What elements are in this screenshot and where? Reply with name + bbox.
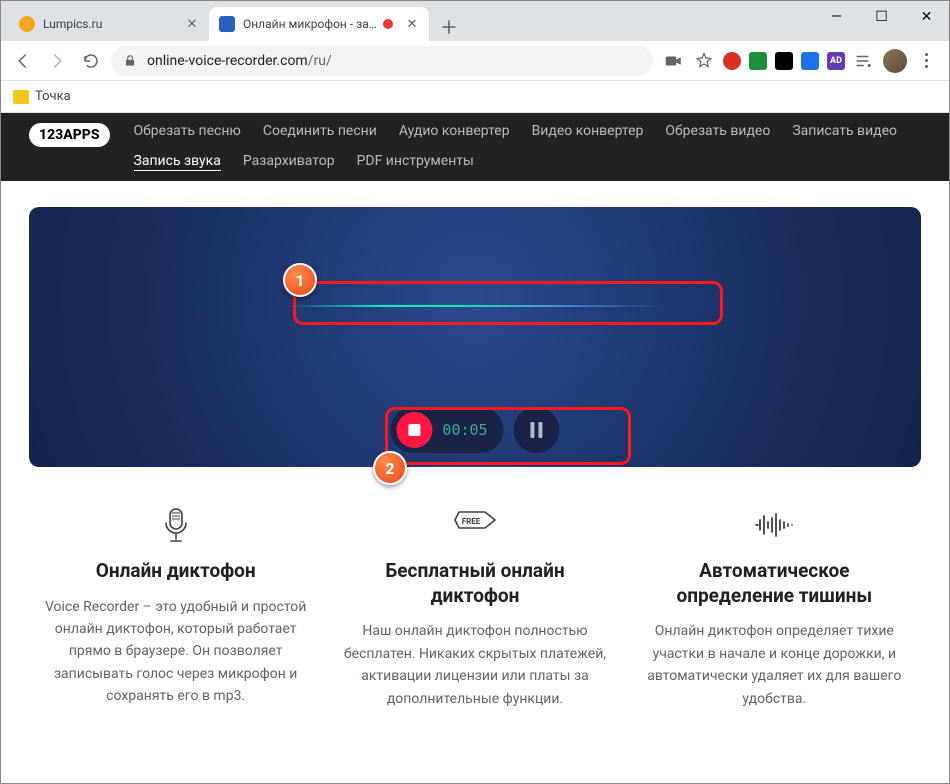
favicon: [19, 16, 35, 32]
extension-icon[interactable]: [749, 52, 767, 70]
feature-card: Автоматическое определение тишины Онлайн…: [640, 505, 909, 710]
close-window-button[interactable]: ✕: [904, 1, 949, 33]
nav-link[interactable]: Записать видео: [792, 123, 897, 139]
svg-text:FREE: FREE: [462, 517, 481, 526]
nav-link[interactable]: Аудио конвертер: [399, 123, 510, 139]
feature-body: Онлайн диктофон определяет тихие участки…: [640, 620, 909, 710]
extension-icon[interactable]: [775, 52, 793, 70]
nav-link[interactable]: Разархиватор: [243, 153, 335, 171]
recording-indicator-icon: [383, 19, 393, 29]
bookmark-item[interactable]: Точка: [13, 89, 71, 104]
page-content: 123APPS Обрезать песню Соединить песни Ауд…: [1, 113, 949, 783]
maximize-button[interactable]: ☐: [859, 1, 904, 33]
address-bar[interactable]: online-voice-recorder.com/ru/: [111, 46, 653, 76]
tab-inactive[interactable]: Lumpics.ru ✕: [9, 7, 209, 41]
tab-title: Онлайн микрофон - запись: [243, 17, 377, 31]
avatar[interactable]: [883, 49, 907, 73]
recorder-panel: 1 00:05 2: [29, 207, 921, 467]
reload-button[interactable]: [77, 47, 105, 75]
site-logo[interactable]: 123APPS: [29, 123, 110, 147]
annotation-box: [293, 281, 723, 325]
favicon: [219, 16, 235, 32]
site-navigation: 123APPS Обрезать песню Соединить песни Ауд…: [1, 113, 949, 181]
tab-title: Lumpics.ru: [43, 17, 179, 31]
menu-button[interactable]: [915, 50, 937, 72]
url-host: online-voice-recorder.com: [147, 53, 308, 69]
extension-icon[interactable]: [723, 52, 741, 70]
new-tab-button[interactable]: [435, 13, 463, 41]
bookmarks-bar: Точка: [1, 81, 949, 113]
feature-title: Онлайн диктофон: [41, 559, 310, 584]
bookmark-label: Точка: [35, 89, 71, 104]
extension-icon[interactable]: AD: [827, 52, 845, 70]
close-icon[interactable]: ✕: [405, 17, 419, 31]
feature-card: FREE Бесплатный онлайн диктофон Наш онла…: [340, 505, 609, 710]
window-controls: — ☐ ✕: [814, 1, 949, 33]
annotation-callout: 1: [283, 263, 317, 297]
feature-card: Онлайн диктофон Voice Recorder – это удо…: [41, 505, 310, 710]
features-row: Онлайн диктофон Voice Recorder – это удо…: [1, 485, 949, 730]
url-path: /ru/: [308, 53, 332, 69]
microphone-icon: [41, 505, 310, 545]
feature-body: Наш онлайн диктофон полностью бесплатен.…: [340, 620, 609, 710]
browser-titlebar: Lumpics.ru ✕ Онлайн микрофон - запись ✕ …: [1, 1, 949, 41]
nav-links: Обрезать песню Соединить песни Аудио конве…: [134, 123, 921, 171]
feature-body: Voice Recorder – это удобный и простой о…: [41, 596, 310, 708]
browser-toolbar: online-voice-recorder.com/ru/ AD: [1, 41, 949, 81]
back-button[interactable]: [9, 47, 37, 75]
tab-active[interactable]: Онлайн микрофон - запись ✕: [209, 7, 429, 41]
lock-icon: [123, 54, 137, 68]
extension-icon[interactable]: [801, 52, 819, 70]
feature-title: Автоматическое определение тишины: [640, 559, 909, 608]
nav-link[interactable]: Обрезать песню: [134, 123, 241, 139]
star-icon[interactable]: [693, 50, 715, 72]
folder-icon: [13, 90, 29, 104]
nav-link[interactable]: Обрезать видео: [665, 123, 770, 139]
playlist-icon[interactable]: [853, 50, 875, 72]
nav-link[interactable]: Запись звука: [134, 153, 221, 171]
annotation-callout: 2: [373, 451, 407, 485]
nav-link[interactable]: Соединить песни: [263, 123, 377, 139]
camera-icon[interactable]: [663, 50, 685, 72]
nav-link[interactable]: PDF инструменты: [357, 153, 474, 171]
feature-title: Бесплатный онлайн диктофон: [340, 559, 609, 608]
close-icon[interactable]: ✕: [185, 17, 199, 31]
toolbar-icons: AD: [659, 49, 941, 73]
forward-button[interactable]: [43, 47, 71, 75]
free-tag-icon: FREE: [340, 505, 609, 545]
minimize-button[interactable]: —: [814, 1, 859, 33]
nav-link[interactable]: Видео конвертер: [532, 123, 644, 139]
annotation-box: [385, 407, 631, 465]
sound-wave-icon: [640, 505, 909, 545]
